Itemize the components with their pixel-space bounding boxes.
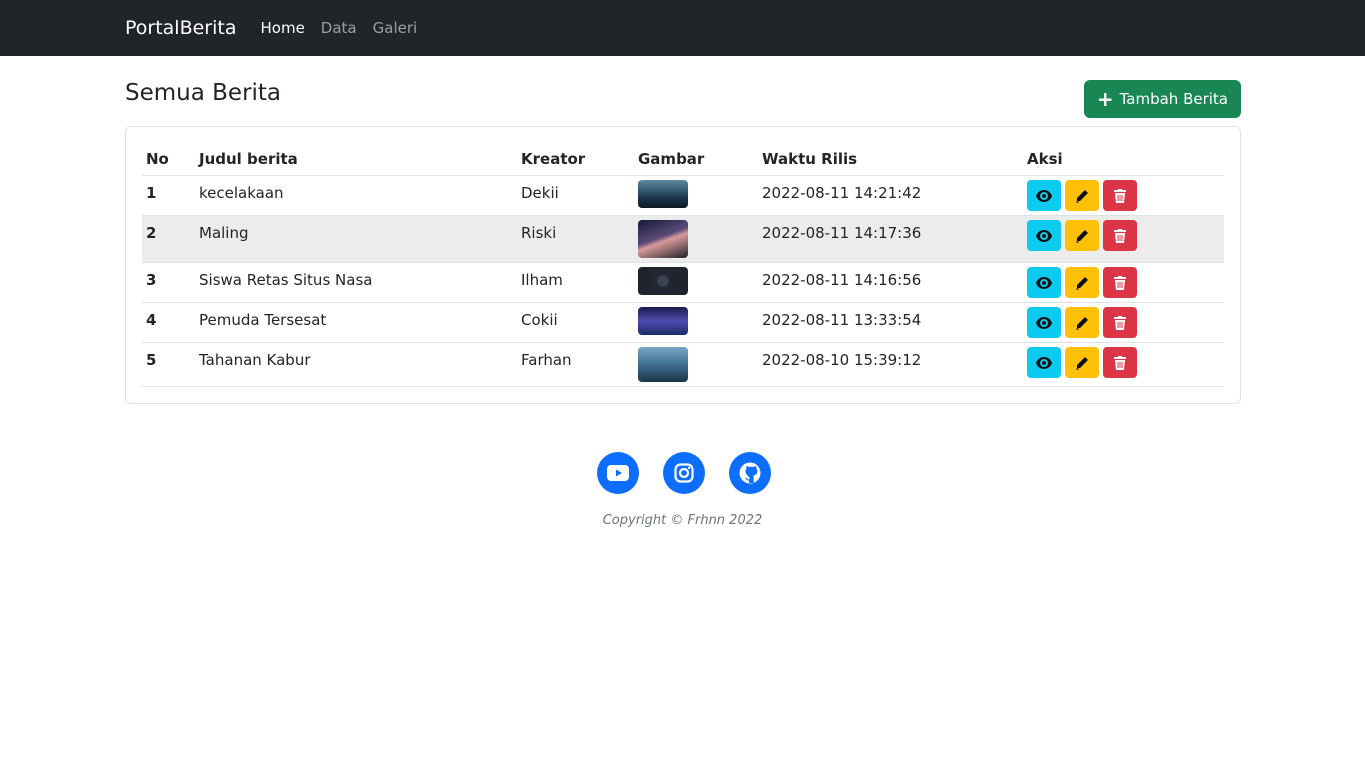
navbar: PortalBerita Home Data Galeri [0, 0, 1365, 56]
youtube-link[interactable] [597, 452, 639, 494]
header-judul: Judul berita [195, 143, 517, 176]
pencil-icon [1076, 316, 1088, 329]
row-judul: Siswa Retas Situs Nasa [195, 262, 517, 303]
table-header-row: No Judul berita Kreator Gambar Waktu Ril… [142, 143, 1224, 176]
edit-button[interactable] [1065, 220, 1099, 251]
row-gambar [634, 175, 758, 216]
instagram-icon [674, 463, 694, 483]
row-aksi [1023, 215, 1224, 263]
plus-icon: + [1096, 87, 1114, 111]
row-aksi [1023, 342, 1224, 387]
row-kreator: Dekii [517, 175, 634, 216]
table-row: 1 kecelakaan Dekii 2022-08-11 14:21:42 [142, 175, 1224, 216]
edit-button[interactable] [1065, 307, 1099, 338]
row-kreator: Riski [517, 215, 634, 263]
pencil-icon [1076, 356, 1088, 369]
pencil-icon [1076, 276, 1088, 289]
nav-link-home[interactable]: Home [261, 19, 305, 37]
row-judul: kecelakaan [195, 175, 517, 216]
news-table: No Judul berita Kreator Gambar Waktu Ril… [142, 143, 1224, 387]
add-news-label: Tambah Berita [1119, 90, 1228, 108]
view-button[interactable] [1027, 347, 1061, 378]
row-aksi [1023, 175, 1224, 216]
news-thumbnail [638, 267, 688, 295]
row-kreator: Farhan [517, 342, 634, 387]
row-waktu: 2022-08-11 14:17:36 [758, 215, 1023, 263]
eye-icon [1036, 276, 1052, 289]
news-thumbnail [638, 347, 688, 382]
trash-icon [1114, 188, 1126, 203]
add-news-button[interactable]: + Tambah Berita [1083, 80, 1241, 118]
row-waktu: 2022-08-10 15:39:12 [758, 342, 1023, 387]
edit-button[interactable] [1065, 267, 1099, 298]
eye-icon [1036, 316, 1052, 329]
brand-link[interactable]: PortalBerita [125, 17, 237, 39]
row-gambar [634, 262, 758, 303]
row-no: 5 [142, 342, 195, 387]
edit-button[interactable] [1065, 180, 1099, 211]
row-waktu: 2022-08-11 14:16:56 [758, 262, 1023, 303]
row-gambar [634, 302, 758, 343]
news-thumbnail [638, 180, 688, 208]
row-gambar [634, 215, 758, 263]
row-aksi [1023, 262, 1224, 303]
trash-icon [1114, 355, 1126, 370]
table-row: 2 Maling Riski 2022-08-11 14:17:36 [142, 215, 1224, 263]
row-judul: Maling [195, 215, 517, 263]
row-no: 1 [142, 175, 195, 216]
eye-icon [1036, 229, 1052, 242]
github-link[interactable] [729, 452, 771, 494]
view-button[interactable] [1027, 180, 1061, 211]
page-header: Semua Berita + Tambah Berita [125, 56, 1241, 126]
main-container: Semua Berita + Tambah Berita No Judul be… [125, 56, 1241, 404]
table-row: 5 Tahanan Kabur Farhan 2022-08-10 15:39:… [142, 342, 1224, 387]
delete-button[interactable] [1103, 307, 1137, 338]
trash-icon [1114, 228, 1126, 243]
news-thumbnail [638, 220, 688, 258]
view-button[interactable] [1027, 220, 1061, 251]
header-kreator: Kreator [517, 143, 634, 176]
delete-button[interactable] [1103, 347, 1137, 378]
youtube-icon [607, 465, 629, 481]
row-waktu: 2022-08-11 13:33:54 [758, 302, 1023, 343]
github-icon [739, 462, 761, 484]
row-kreator: Cokii [517, 302, 634, 343]
copyright-text: Copyright © Frhnn 2022 [602, 513, 763, 528]
nav-link-galeri[interactable]: Galeri [373, 19, 418, 37]
header-no: No [142, 143, 195, 176]
row-judul: Tahanan Kabur [195, 342, 517, 387]
view-button[interactable] [1027, 307, 1061, 338]
trash-icon [1114, 275, 1126, 290]
row-kreator: Ilham [517, 262, 634, 303]
header-waktu: Waktu Rilis [758, 143, 1023, 176]
edit-button[interactable] [1065, 347, 1099, 378]
header-gambar: Gambar [634, 143, 758, 176]
nav-link-data[interactable]: Data [321, 19, 357, 37]
header-aksi: Aksi [1023, 143, 1224, 176]
delete-button[interactable] [1103, 267, 1137, 298]
row-waktu: 2022-08-11 14:21:42 [758, 175, 1023, 216]
page-title: Semua Berita [125, 80, 282, 106]
pencil-icon [1076, 229, 1088, 242]
pencil-icon [1076, 189, 1088, 202]
table-row: 3 Siswa Retas Situs Nasa Ilham 2022-08-1… [142, 262, 1224, 303]
row-no: 4 [142, 302, 195, 343]
row-no: 3 [142, 262, 195, 303]
eye-icon [1036, 356, 1052, 369]
row-aksi [1023, 302, 1224, 343]
news-thumbnail [638, 307, 688, 335]
eye-icon [1036, 189, 1052, 202]
news-card: No Judul berita Kreator Gambar Waktu Ril… [125, 126, 1241, 404]
view-button[interactable] [1027, 267, 1061, 298]
trash-icon [1114, 315, 1126, 330]
social-links [597, 452, 771, 494]
row-no: 2 [142, 215, 195, 263]
row-judul: Pemuda Tersesat [195, 302, 517, 343]
delete-button[interactable] [1103, 220, 1137, 251]
navbar-inner: PortalBerita Home Data Galeri [125, 17, 433, 39]
table-row: 4 Pemuda Tersesat Cokii 2022-08-11 13:33… [142, 302, 1224, 343]
delete-button[interactable] [1103, 180, 1137, 211]
instagram-link[interactable] [663, 452, 705, 494]
row-gambar [634, 342, 758, 387]
